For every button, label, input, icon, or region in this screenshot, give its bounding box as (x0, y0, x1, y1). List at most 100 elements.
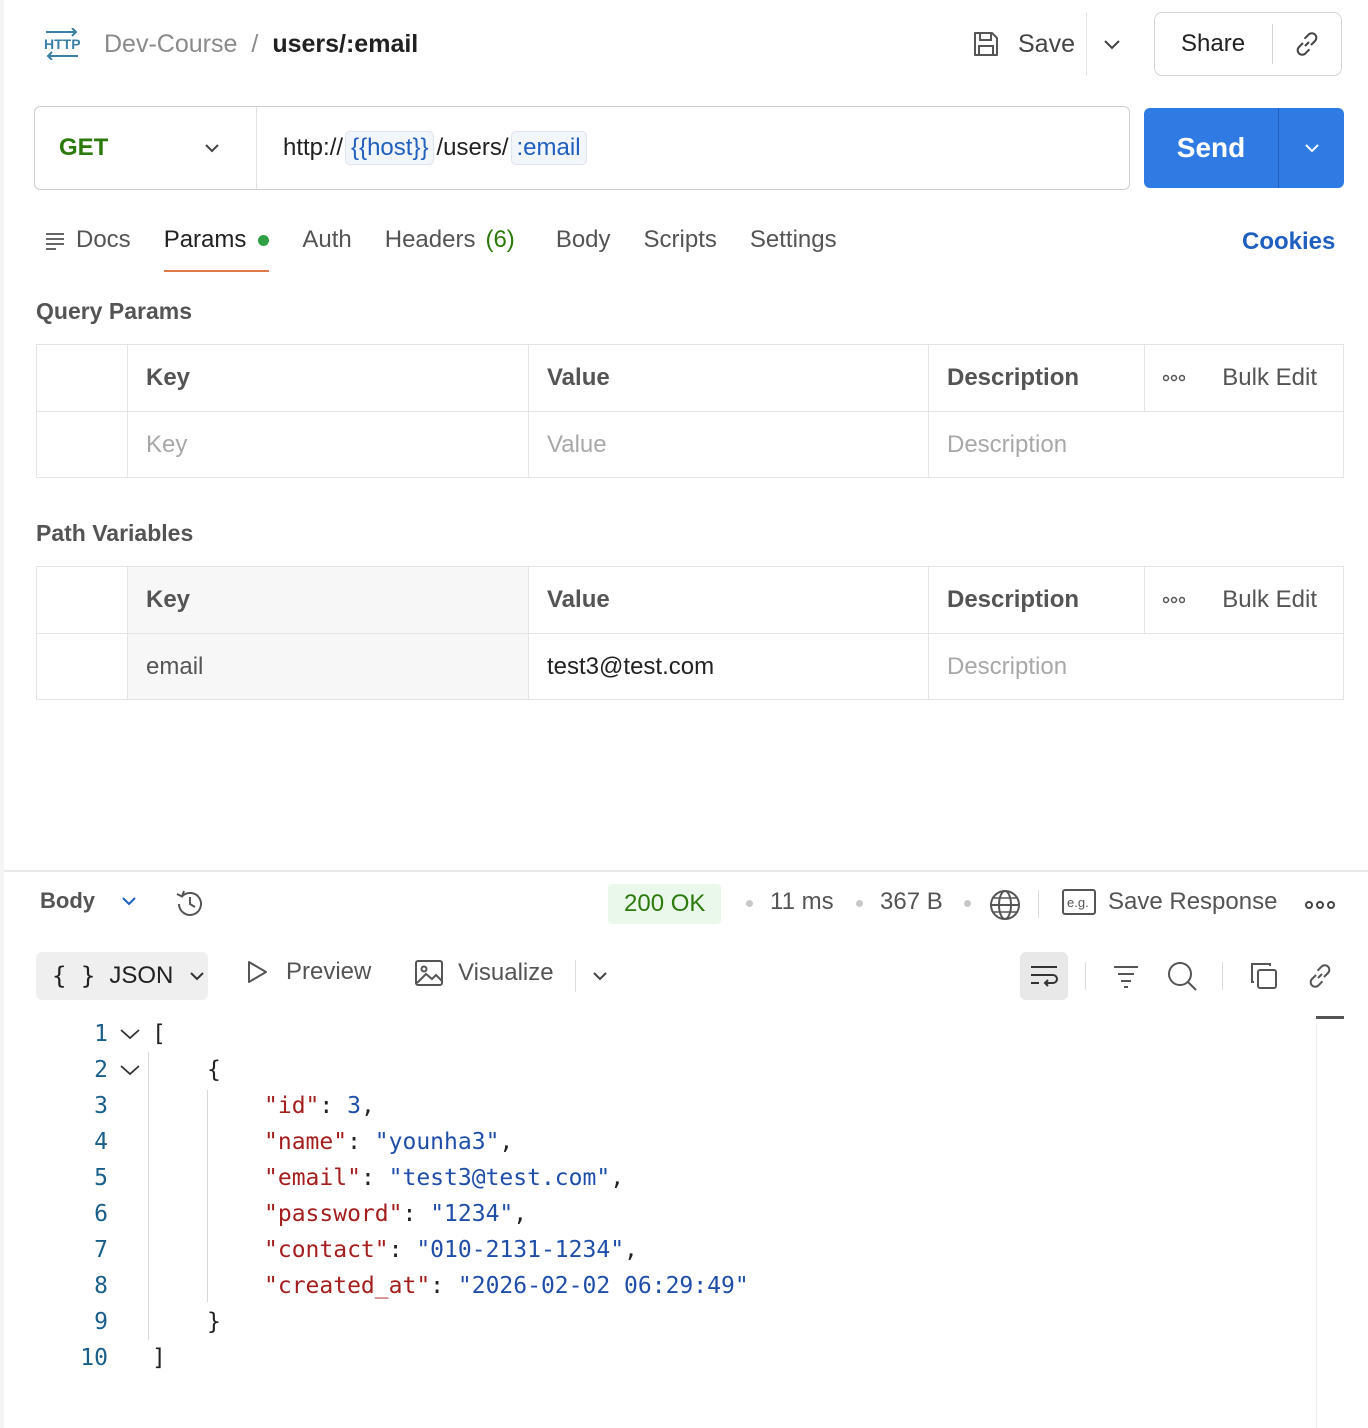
copy-button[interactable] (1246, 958, 1282, 994)
code-text: ] (152, 1345, 166, 1371)
save-options-chevron-icon[interactable] (1098, 30, 1126, 58)
response-code-viewer[interactable]: 1 [ 2 { 3 "id": 3, 4 "name": "younha3", … (0, 1016, 1310, 1376)
tab-label: Headers (384, 226, 476, 253)
request-tabs: Docs Params Auth Headers (6) Body Script… (44, 220, 870, 272)
description-input[interactable]: Description (928, 634, 1342, 699)
code-line: 9 } (0, 1304, 1310, 1340)
value-input[interactable]: Value (528, 412, 928, 477)
json-trail: , (624, 1237, 638, 1263)
code-line: 5 "email": "test3@test.com", (0, 1160, 1310, 1196)
line-number: 10 (80, 1345, 108, 1371)
tab-headers[interactable]: Headers (6) (385, 220, 515, 260)
description-column-header: Description (928, 345, 1144, 411)
search-button[interactable] (1164, 958, 1200, 994)
tab-body[interactable]: Body (556, 220, 611, 260)
key-input[interactable]: Key (127, 412, 528, 477)
headers-count: (6) (485, 226, 515, 253)
table-row: email test3@test.com Description (37, 633, 1343, 699)
tab-docs[interactable]: Docs (44, 220, 131, 260)
image-icon (415, 960, 443, 986)
method-label: GET (59, 134, 109, 161)
play-icon (248, 961, 267, 983)
wrap-lines-icon (1031, 966, 1058, 987)
more-options-icon[interactable] (1163, 374, 1185, 382)
more-options-icon[interactable] (1163, 596, 1185, 604)
query-params-title: Query Params (36, 298, 192, 324)
table-header-row: Key Value Description Bulk Edit (37, 345, 1343, 411)
response-section-select[interactable]: Body (40, 888, 139, 914)
send-options-button[interactable] (1279, 137, 1344, 159)
share-button[interactable]: Share (1155, 30, 1272, 58)
tab-params[interactable]: Params (163, 220, 270, 272)
tab-label: Body (555, 226, 611, 253)
tab-scripts[interactable]: Scripts (644, 220, 717, 260)
response-divider[interactable] (4, 870, 1368, 872)
link-icon (1309, 964, 1331, 988)
scrollbar-track[interactable] (1316, 1024, 1317, 1428)
tab-settings[interactable]: Settings (750, 220, 837, 260)
url-path-variable[interactable]: :email (510, 131, 587, 165)
chevron-down-icon[interactable] (590, 966, 610, 986)
save-response-button[interactable]: e.g. Save Response (1062, 888, 1277, 916)
bulk-edit-button[interactable]: Bulk Edit (1222, 364, 1317, 392)
visualize-button[interactable]: Visualize (414, 958, 554, 988)
chevron-down-icon (122, 897, 136, 906)
chevron-down-icon (205, 144, 219, 153)
link-icon (1296, 32, 1318, 56)
save-button[interactable]: Save (970, 20, 1075, 68)
copy-link-button[interactable] (1302, 958, 1338, 994)
line-number: 9 (94, 1309, 108, 1335)
path-variable-value-input[interactable]: test3@test.com (528, 634, 928, 699)
preview-button[interactable]: Preview (244, 958, 371, 986)
description-input[interactable]: Description (928, 412, 1342, 477)
word-wrap-toggle[interactable] (1020, 952, 1068, 1000)
fold-chevron-icon[interactable] (108, 1027, 152, 1041)
send-button[interactable]: Send (1144, 132, 1278, 164)
request-name[interactable]: users/:email (272, 30, 418, 59)
tab-label: Docs (76, 226, 131, 253)
tab-auth[interactable]: Auth (302, 220, 351, 260)
json-value: "younha3" (374, 1129, 500, 1155)
visualize-label: Visualize (458, 959, 554, 986)
format-select[interactable]: { } JSON (36, 952, 208, 1000)
code-line: 7 "contact": "010-2131-1234", (0, 1232, 1310, 1268)
response-time[interactable]: 11 ms (770, 888, 834, 916)
table-row: Key Value Description (37, 411, 1343, 477)
globe-icon[interactable] (988, 888, 1022, 922)
breadcrumb-separator: / (251, 29, 259, 58)
url-input[interactable]: http:// {{host}} /users/ :email (257, 131, 589, 165)
json-value: 3 (347, 1093, 361, 1119)
value-column-header: Value (528, 345, 928, 411)
json-key: "created_at" (264, 1273, 431, 1299)
row-checkbox-cell (37, 634, 127, 699)
json-key: "name" (264, 1129, 348, 1155)
filter-button[interactable] (1108, 958, 1144, 994)
code-text: } (207, 1309, 221, 1335)
key-column-header: Key (127, 567, 528, 633)
code-line: 4 "name": "younha3", (0, 1124, 1310, 1160)
response-size[interactable]: 367 B (880, 888, 943, 916)
breadcrumb-collection[interactable]: Dev-Course (104, 30, 237, 59)
checkbox-column-header (37, 567, 127, 633)
cookies-link[interactable]: Cookies (1242, 228, 1335, 256)
more-options-icon[interactable] (1305, 900, 1335, 910)
toolbar-divider (1038, 890, 1039, 918)
url-host-variable[interactable]: {{host}} (345, 131, 435, 165)
bulk-edit-button[interactable]: Bulk Edit (1222, 586, 1317, 614)
fold-chevron-icon[interactable] (108, 1063, 152, 1077)
toolbar-divider (575, 960, 576, 992)
line-number: 3 (94, 1093, 108, 1119)
scrollbar-thumb[interactable] (1316, 1016, 1344, 1019)
copy-link-button[interactable] (1273, 29, 1341, 59)
format-label: JSON (109, 962, 174, 989)
status-badge[interactable]: 200 OK (608, 884, 722, 924)
code-text: { (207, 1057, 221, 1083)
line-number: 7 (94, 1237, 108, 1263)
history-icon[interactable] (172, 886, 208, 922)
tab-label: Scripts (643, 226, 717, 253)
save-response-label: Save Response (1108, 888, 1278, 915)
line-number: 8 (94, 1273, 108, 1299)
docs-icon (46, 233, 64, 250)
method-select[interactable]: GET (35, 107, 257, 189)
json-trail: , (610, 1165, 625, 1191)
